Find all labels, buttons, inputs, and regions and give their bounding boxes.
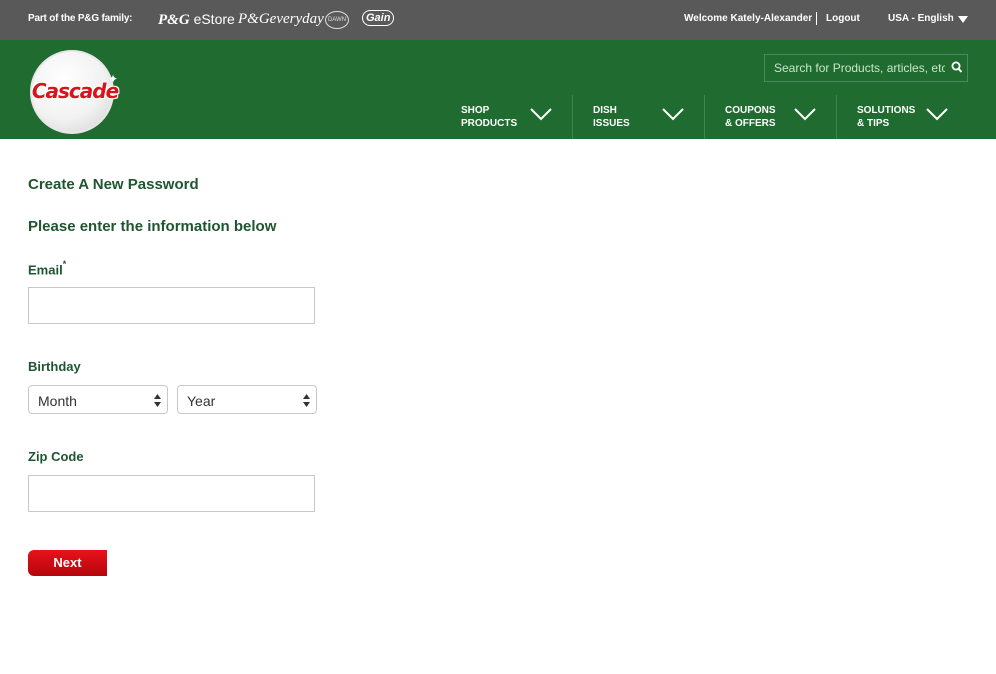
select-arrows-icon <box>303 394 310 407</box>
search-input[interactable] <box>765 55 945 81</box>
email-label: Email* <box>28 259 67 278</box>
chevron-down-icon <box>926 108 948 121</box>
topbar-divider <box>816 12 817 25</box>
zip-code-field[interactable] <box>28 475 315 512</box>
cascade-logo[interactable]: Cascade ✦ <box>30 50 119 134</box>
pg-everyday-logo[interactable]: P&Geveryday <box>238 11 324 28</box>
site-header: Cascade ✦ SHOPPRODUCTS DISHISSUES COUPON… <box>0 40 996 139</box>
welcome-message: Welcome Kately-Alexander <box>684 13 813 24</box>
dawn-logo[interactable]: DAWN <box>325 11 349 29</box>
birthday-label: Birthday <box>28 359 81 374</box>
caret-down-icon[interactable] <box>958 16 968 23</box>
required-mark: * <box>62 259 67 269</box>
gain-logo[interactable]: Gain <box>362 10 395 26</box>
search-box[interactable] <box>764 54 968 82</box>
select-arrows-icon <box>154 394 161 407</box>
year-selected-value: Year <box>187 393 216 409</box>
page-title: Create A New Password <box>28 176 199 193</box>
search-icon[interactable] <box>951 61 963 75</box>
zip-code-label: Zip Code <box>28 449 84 464</box>
chevron-down-icon <box>662 108 684 121</box>
nav-label: DISH ISSUES <box>593 105 630 129</box>
nav-label: SHOP PRODUCTS <box>461 105 518 129</box>
nav-dish-issues[interactable]: DISH ISSUES <box>572 95 704 139</box>
month-selected-value: Month <box>38 393 77 409</box>
logo-wordmark: Cascade <box>31 79 119 103</box>
nav-shop-products[interactable]: SHOP PRODUCTS <box>440 95 572 139</box>
top-utility-bar: Part of the P&G family: P&G eStore P&Gev… <box>0 0 996 40</box>
chevron-down-icon <box>794 108 816 121</box>
locale-selector[interactable]: USA - English <box>888 13 954 24</box>
birth-month-select[interactable]: Month <box>28 385 168 414</box>
pg-estore-logo[interactable]: P&G eStore <box>158 11 235 29</box>
form-instructions: Please enter the information below <box>28 218 277 235</box>
logout-link[interactable]: Logout <box>826 13 860 24</box>
pg-family-label: Part of the P&G family: <box>28 13 133 24</box>
nav-label: SOLUTIONS & TIPS <box>857 105 916 129</box>
nav-label: COUPONS & OFFERS <box>725 105 776 129</box>
email-field[interactable] <box>28 287 315 324</box>
birth-year-select[interactable]: Year <box>177 385 317 414</box>
sparkle-icon: ✦ <box>107 72 118 86</box>
next-button[interactable]: Next <box>28 550 107 576</box>
chevron-down-icon <box>530 108 552 121</box>
nav-solutions-tips[interactable]: SOLUTIONS & TIPS <box>836 95 968 139</box>
nav-coupons-offers[interactable]: COUPONS & OFFERS <box>704 95 836 139</box>
